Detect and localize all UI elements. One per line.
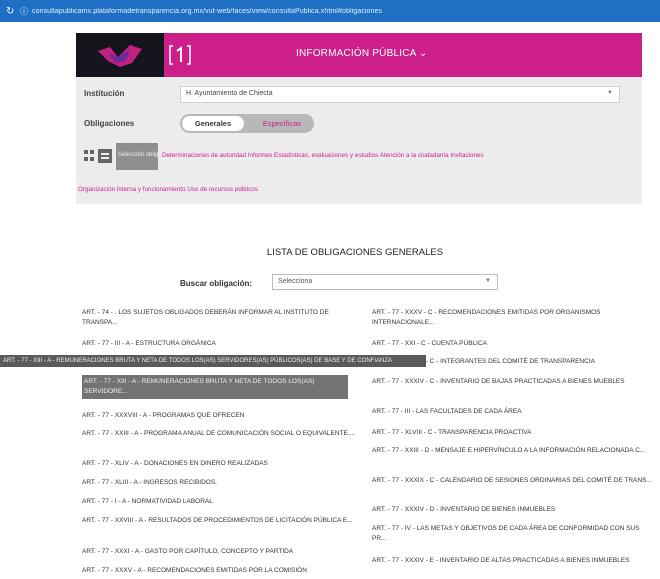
list-item[interactable]: ART. - 77 - XXXIV - E - INVENTARIO DE AL… (372, 556, 652, 566)
site-header: INFORMACIÓN PÚBLICA ⌄ (76, 33, 642, 77)
hover-tooltip: ART. - 77 - XIII - A - REMUNERACIONES BR… (0, 355, 426, 367)
obligaciones-toggle: Generales Específicas (180, 114, 314, 133)
tab-especificas[interactable]: Específicas (254, 116, 310, 131)
list-item[interactable]: ART. - 77 - III - A - ESTRUCTURA ORGÁNIC… (82, 339, 362, 349)
institucion-select[interactable]: H. Ayuntamiento de Chiecta ▼ (180, 86, 620, 103)
list-item[interactable]: ART. - 77 - XXXIV - D - INVENTARIO DE BI… (372, 505, 652, 515)
list-item[interactable]: ART. - 77 - IV - LAS METAS Y OBJETIVOS D… (372, 524, 652, 544)
url-text[interactable]: consultapublicamx.plataformadetransparen… (32, 8, 382, 15)
list-item[interactable]: ART. - 77 - XXIII - D - MENSAJE E HIPERV… (372, 446, 652, 456)
logo[interactable] (76, 33, 164, 77)
header-title-dropdown[interactable]: INFORMACIÓN PÚBLICA ⌄ (296, 48, 428, 59)
browser-address-bar[interactable]: ↻ ⓘ consultapublicamx.plataformadetransp… (0, 0, 660, 22)
info-mark-icon (168, 43, 192, 67)
obligaciones-label: Obligaciones (84, 119, 135, 128)
list-item[interactable]: ART. - 77 - XLIV - A - DONACIONES EN DIN… (82, 459, 362, 469)
list-item-hovered[interactable]: ART. - 77 - XIII - A - REMUNERACIONES BR… (82, 375, 348, 399)
list-item[interactable]: ART. - 77 - XLVIII - C - TRANSPARENCIA P… (372, 428, 652, 438)
site-info-icon[interactable]: ⓘ (20, 6, 32, 17)
list-item[interactable]: ART. - 77 - XXIII - A - PROGRAMA ANUAL D… (82, 429, 362, 439)
selected-category-button[interactable]: Selección obligaciones (116, 143, 158, 170)
org-links[interactable]: Organización interna y funcionamiento Us… (78, 186, 258, 193)
list-item[interactable]: ART. - 77 - XXXV - C - RECOMENDACIONES E… (372, 308, 652, 328)
tab-generales[interactable]: Generales (182, 116, 244, 131)
list-item[interactable]: ART. - 77 - XXXVIII - A - PROGRAMAS QUE … (82, 411, 362, 421)
institucion-label: Institución (84, 89, 125, 98)
filter-panel: Institución H. Ayuntamiento de Chiecta ▼… (76, 77, 642, 204)
reload-icon[interactable]: ↻ (6, 6, 20, 17)
list-item[interactable]: ART. - 77 - XLIII - A - INGRESOS RECIBID… (82, 478, 362, 488)
logo-icon (98, 45, 142, 67)
search-value: Selecciona (278, 278, 313, 285)
list-view-icon[interactable] (98, 149, 112, 163)
list-item[interactable]: ART. - 77 - XXXIV - C - INVENTARIO DE BA… (372, 377, 652, 387)
list-item[interactable]: ART. - 77 - XXVIII - A - RESULTADOS DE P… (82, 516, 362, 526)
list-item[interactable]: ART. - 77 - XXXI - A - GASTO POR CAPÍTUL… (82, 547, 362, 557)
list-title: LISTA DE OBLIGACIONES GENERALES (266, 247, 444, 258)
institucion-value: H. Ayuntamiento de Chiecta (186, 90, 273, 97)
category-links[interactable]: Determinaciones de autoridad Informes Es… (162, 152, 484, 159)
list-item[interactable]: ART. - 77 - III - LAS FACULTADES DE CADA… (372, 407, 652, 417)
list-item[interactable]: ART. - 77 - I - A - NORMATIVIDAD LABORAL (82, 497, 362, 507)
list-item[interactable]: ART. - 77 - XXI - C - CUENTA PÚBLICA (372, 339, 652, 349)
list-item[interactable]: ART. - 74 - . LOS SUJETOS OBLIGADOS DEBE… (82, 308, 362, 328)
search-obligation-select[interactable]: Selecciona ▼ (272, 274, 498, 290)
search-label: Buscar obligación: (180, 279, 253, 288)
grid-view-icon[interactable] (84, 150, 94, 162)
list-item[interactable]: ART. - 77 - XXXIX - C - CALENDARIO DE SE… (372, 476, 652, 486)
list-item[interactable]: ART. - 77 - XXXV - A - RECOMENDACIONES E… (82, 566, 362, 576)
chevron-down-icon: ▼ (485, 278, 491, 284)
chevron-down-icon: ▼ (607, 90, 613, 96)
